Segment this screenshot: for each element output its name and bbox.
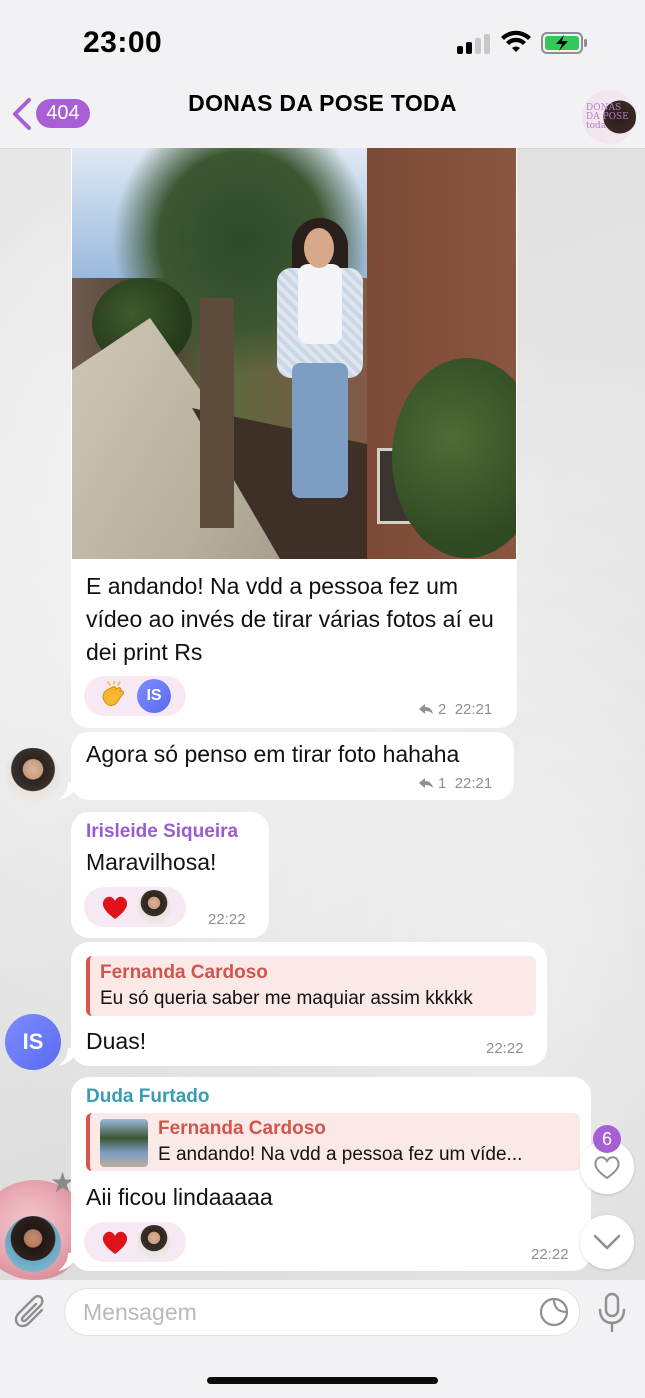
reply-arrow-icon bbox=[419, 778, 433, 788]
status-bar: 23:00 bbox=[0, 0, 645, 80]
bubble-tail bbox=[58, 782, 78, 800]
reaction-user-avatar bbox=[137, 1225, 171, 1259]
message-time: 22:22 bbox=[208, 911, 246, 928]
bubble-tail bbox=[58, 1048, 78, 1066]
chevron-down-icon bbox=[593, 1234, 621, 1250]
quoted-text: E andando! Na vdd a pessoa fez um víde..… bbox=[158, 1144, 523, 1165]
message-text: Maravilhosa! bbox=[86, 849, 217, 875]
wifi-icon bbox=[501, 30, 531, 52]
red-heart-icon bbox=[102, 1231, 128, 1254]
reactions-count-badge[interactable]: 6 bbox=[593, 1125, 621, 1153]
message-text: Agora só penso em tirar foto hahaha bbox=[86, 741, 460, 767]
chat-header: 404 DONAS DA POSE TODA DONAS DA POSE tod… bbox=[0, 80, 645, 149]
sender-name[interactable]: Duda Furtado bbox=[86, 1086, 210, 1108]
reaction-user-avatar: IS bbox=[137, 679, 171, 713]
message-time: 22:21 bbox=[454, 775, 493, 792]
message-photo[interactable] bbox=[72, 148, 516, 559]
message-meta: 2 22:21 bbox=[418, 701, 492, 718]
sender-name[interactable]: Irisleide Siqueira bbox=[86, 821, 238, 843]
message-time: 22:22 bbox=[531, 1246, 569, 1263]
reaction-pill[interactable] bbox=[84, 887, 186, 927]
quoted-sender: Fernanda Cardoso bbox=[100, 962, 268, 983]
battery-charging-icon bbox=[541, 32, 587, 54]
quoted-photo-thumbnail bbox=[100, 1119, 148, 1167]
reaction-pill[interactable] bbox=[84, 1222, 186, 1262]
reaction-pill[interactable]: IS bbox=[84, 676, 186, 716]
home-indicator bbox=[207, 1377, 438, 1384]
bubble-tail bbox=[58, 1253, 78, 1271]
cellular-signal-icon bbox=[457, 34, 493, 54]
message-time: 22:22 bbox=[486, 1040, 524, 1057]
status-time: 23:00 bbox=[83, 26, 163, 59]
group-avatar[interactable]: DONAS DA POSE toda bbox=[582, 90, 636, 144]
sender-avatar[interactable] bbox=[5, 1216, 61, 1272]
message-text: Aii ficou lindaaaaa bbox=[86, 1184, 273, 1210]
group-avatar-logo: DONAS DA POSE toda bbox=[586, 103, 629, 131]
reaction-user-avatar bbox=[137, 890, 171, 924]
red-heart-icon bbox=[102, 896, 128, 919]
sender-avatar[interactable]: IS bbox=[5, 1014, 61, 1070]
quoted-sender: Fernanda Cardoso bbox=[158, 1118, 326, 1139]
message-time: 22:21 bbox=[454, 701, 493, 718]
chat-title[interactable]: DONAS DA POSE TODA bbox=[0, 90, 645, 117]
quoted-message[interactable]: Fernanda Cardoso Eu só queria saber me m… bbox=[86, 956, 536, 1016]
microphone-icon[interactable] bbox=[596, 1292, 628, 1334]
sticker-icon[interactable] bbox=[538, 1296, 570, 1328]
reply-count: 1 bbox=[438, 775, 447, 792]
reply-arrow-icon bbox=[419, 704, 433, 714]
paperclip-icon[interactable] bbox=[14, 1294, 50, 1332]
clapping-hands-icon bbox=[102, 681, 124, 706]
quoted-text: Eu só queria saber me maquiar assim kkkk… bbox=[100, 988, 473, 1009]
message-meta: 1 22:21 bbox=[418, 775, 492, 792]
sender-avatar[interactable] bbox=[5, 748, 61, 804]
quoted-message[interactable]: Fernanda Cardoso E andando! Na vdd a pes… bbox=[86, 1113, 580, 1171]
scroll-down-button[interactable] bbox=[580, 1215, 634, 1269]
heart-outline-icon bbox=[594, 1156, 620, 1180]
reply-count: 2 bbox=[438, 701, 447, 718]
message-composer bbox=[0, 1280, 645, 1398]
message-input[interactable] bbox=[64, 1288, 580, 1336]
message-text: E andando! Na vdd a pessoa fez um vídeo … bbox=[86, 573, 494, 665]
message-text: Duas! bbox=[86, 1028, 147, 1054]
